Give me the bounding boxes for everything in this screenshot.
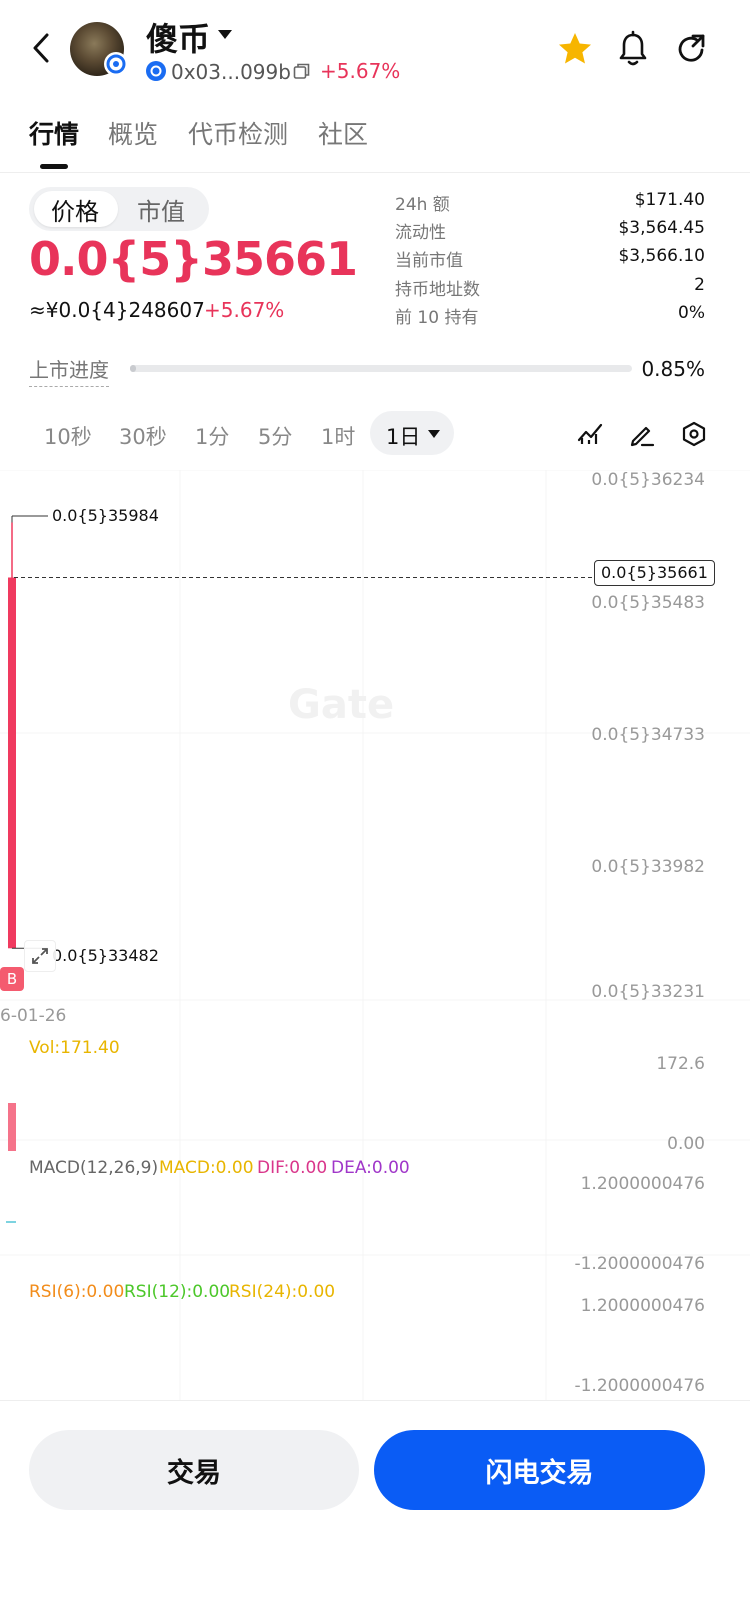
divider: [0, 172, 750, 173]
tab-community[interactable]: 社区: [318, 115, 368, 151]
candle-body: [8, 577, 16, 949]
settings-hexagon-icon[interactable]: [680, 420, 708, 448]
price-change: +5.67%: [204, 298, 285, 322]
macd-value: MACD:0.00: [159, 1158, 254, 1178]
chain-badge-icon: [104, 52, 128, 76]
rsi6-value: RSI(6):0.00: [29, 1282, 125, 1302]
low-price-label: 0.0{5}33482: [52, 946, 159, 965]
caret-down-icon[interactable]: [428, 430, 440, 438]
tab-token-check[interactable]: 代币检测: [188, 115, 288, 151]
buy-marker[interactable]: B: [0, 967, 24, 991]
indicator-icon[interactable]: [576, 420, 604, 448]
stat-value-liquidity: $3,564.45: [618, 218, 705, 238]
expand-chart-button[interactable]: [24, 940, 56, 972]
rsi-max-label: 1.2000000476: [580, 1296, 705, 1316]
toggle-price[interactable]: 价格: [51, 192, 99, 227]
interval-5m[interactable]: 5分: [258, 421, 292, 451]
stat-label-volume: 24h 额: [395, 195, 450, 215]
bell-icon[interactable]: [615, 30, 651, 68]
high-price-label: 0.0{5}35984: [52, 506, 159, 525]
favorite-star-icon[interactable]: [556, 30, 594, 68]
macd-max-label: 1.2000000476: [580, 1174, 705, 1194]
y-tick-label: 0.0{5}34733: [591, 725, 705, 745]
macd-dif: DIF:0.00: [257, 1158, 328, 1178]
header-price-change: +5.67%: [320, 59, 401, 83]
current-price: 0.0{5}35661: [29, 232, 358, 286]
volume-indicator-label: Vol:171.40: [29, 1038, 120, 1058]
contract-address: 0x03...099b: [171, 60, 291, 84]
tab-market[interactable]: 行情: [29, 115, 79, 151]
tab-overview[interactable]: 概览: [108, 115, 158, 151]
volume-zero-label: 0.00: [667, 1134, 705, 1154]
back-icon[interactable]: [28, 30, 54, 66]
last-price-tag: 0.0{5}35661: [594, 560, 715, 586]
caret-down-icon[interactable]: [218, 30, 232, 39]
divider: [0, 1400, 750, 1401]
interval-1h[interactable]: 1时: [321, 421, 355, 451]
stat-label-holders: 持币地址数: [395, 280, 480, 300]
flash-trade-button[interactable]: 闪电交易: [374, 1430, 705, 1510]
y-tick-label: 0.0{5}33982: [591, 857, 705, 877]
stat-value-volume: $171.40: [634, 190, 705, 210]
macd-dea: DEA:0.00: [331, 1158, 410, 1178]
cny-price: ≈¥0.0{4}248607: [29, 298, 205, 322]
share-icon[interactable]: [673, 30, 709, 68]
interval-1d[interactable]: 1日: [386, 421, 420, 451]
stat-label-liquidity: 流动性: [395, 223, 446, 243]
stat-value-market-cap: $3,566.10: [618, 246, 705, 266]
rsi-min-label: -1.2000000476: [574, 1376, 705, 1396]
listing-progress-value: 0.85%: [641, 357, 705, 381]
trade-button[interactable]: 交易: [29, 1430, 359, 1510]
macd-name: MACD(12,26,9): [29, 1158, 159, 1178]
listing-progress-track: [130, 365, 632, 372]
volume-bar: [8, 1103, 16, 1151]
interval-30s[interactable]: 30秒: [119, 421, 167, 451]
stat-value-holders: 2: [694, 275, 705, 295]
rsi24-value: RSI(24):0.00: [229, 1282, 336, 1302]
interval-1m[interactable]: 1分: [195, 421, 229, 451]
stat-value-top10: 0%: [678, 303, 705, 323]
stat-label-market-cap: 当前市值: [395, 251, 463, 271]
interval-10s[interactable]: 10秒: [44, 421, 92, 451]
candle-layer: [8, 522, 16, 949]
draw-pen-icon[interactable]: [628, 420, 656, 448]
x-axis-date: 6-01-26: [0, 1006, 67, 1026]
listing-progress-fill: [130, 365, 136, 372]
gate-watermark: Gate: [288, 682, 395, 728]
copy-icon[interactable]: [293, 62, 311, 80]
chain-icon: [146, 61, 166, 81]
listing-progress-label[interactable]: 上市进度: [29, 354, 109, 387]
y-tick-label: 0.0{5}35483: [591, 593, 705, 613]
rsi12-value: RSI(12):0.00: [124, 1282, 231, 1302]
active-tab-indicator: [40, 164, 68, 169]
token-name[interactable]: 傻币: [146, 14, 210, 60]
toggle-market-cap[interactable]: 市值: [137, 192, 185, 227]
y-tick-label: 0.0{5}33231: [591, 982, 705, 1002]
expand-icon: [32, 948, 48, 964]
y-tick-label: 0.0{5}36234: [591, 470, 705, 490]
volume-max-label: 172.6: [656, 1054, 705, 1074]
stat-label-top10: 前 10 持有: [395, 308, 479, 328]
macd-min-label: -1.2000000476: [574, 1254, 705, 1274]
